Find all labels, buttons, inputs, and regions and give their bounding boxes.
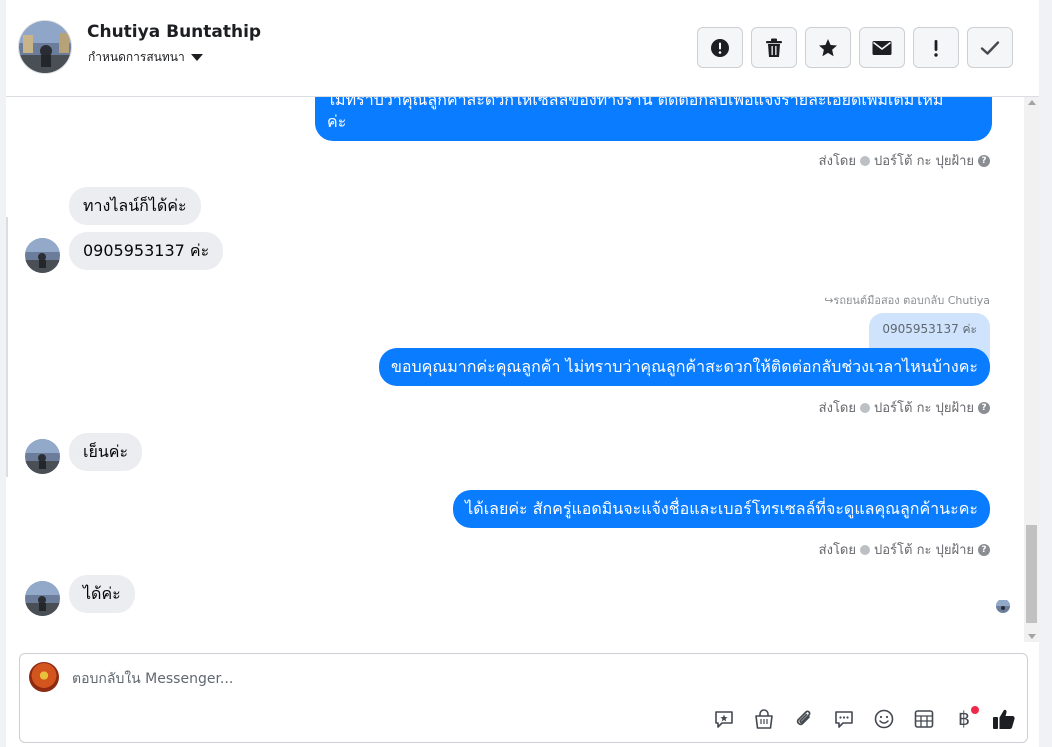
- quoted-text: 0905953137 ค่ะ: [882, 322, 977, 336]
- incoming-message[interactable]: เย็นค่ะ: [69, 433, 143, 471]
- star-button[interactable]: [805, 27, 851, 68]
- panel-right-border: [1039, 0, 1052, 747]
- star-icon: [819, 38, 837, 56]
- table-button[interactable]: [911, 706, 937, 732]
- outgoing-message[interactable]: ไม่ทราบว่าคุณลูกค้าสะดวกให้เซลล์ของทางร้…: [315, 97, 992, 141]
- mark-spam-button[interactable]: [697, 27, 743, 68]
- payment-button[interactable]: ฿: [951, 706, 979, 732]
- sent-by-label: ส่งโดย: [818, 543, 856, 558]
- sent-by-line: ส่งโดย ปอร์โต้ กะ ปุยฝ้าย ?: [819, 397, 990, 418]
- delete-button[interactable]: [751, 27, 797, 68]
- sender-name[interactable]: ปอร์โต้ กะ ปุยฝ้าย: [874, 150, 974, 171]
- message-text: ได้ค่ะ: [83, 584, 121, 603]
- thumbs-up-icon: [993, 709, 1015, 729]
- customer-avatar[interactable]: [25, 439, 60, 474]
- outgoing-message[interactable]: ขอบคุณมากค่ะคุณลูกค้า ไม่ทราบว่าคุณลูกค้…: [378, 348, 990, 386]
- envelope-icon: [872, 40, 892, 55]
- quick-reply-button[interactable]: [831, 706, 857, 732]
- sent-by-label: ส่งโดย: [818, 154, 856, 169]
- message-text: เย็นค่ะ: [83, 442, 129, 461]
- reply-meta: ↪รถยนต์มือสอง ตอบกลับ Chutiya: [824, 291, 990, 309]
- attach-button[interactable]: [791, 706, 817, 732]
- help-icon[interactable]: ?: [978, 543, 990, 556]
- caret-down-icon: [190, 54, 203, 61]
- help-icon[interactable]: ?: [978, 401, 990, 414]
- shopping-bag-icon: [755, 709, 773, 729]
- incoming-message[interactable]: ได้ค่ะ: [69, 575, 135, 613]
- customer-avatar[interactable]: [25, 238, 60, 273]
- incoming-message[interactable]: 0905953137 ค่ะ: [69, 232, 224, 270]
- assign-conversation-dropdown[interactable]: กำหนดการสนทนา: [88, 48, 203, 67]
- assign-label: กำหนดการสนทนา: [88, 50, 185, 64]
- message-text: ขอบคุณมากค่ะคุณลูกค้า ไม่ทราบว่าคุณลูกค้…: [390, 357, 978, 376]
- paperclip-icon: [796, 710, 811, 726]
- message-text-line: ไม่ทราบว่าคุณลูกค้าสะดวกให้เซลล์ของทางร้…: [327, 97, 944, 109]
- reply-composer[interactable]: ตอบกลับใน Messenger... ฿: [19, 653, 1028, 743]
- notification-dot: [971, 706, 979, 714]
- sent-by-label: ส่งโดย: [818, 401, 856, 416]
- sender-name[interactable]: ปอร์โต้ กะ ปุยฝ้าย: [874, 539, 974, 560]
- reply-input[interactable]: ตอบกลับใน Messenger...: [72, 668, 233, 690]
- message-text: ได้เลยค่ะ สักครู่แอดมินจะแจ้งชื่อและเบอร…: [465, 499, 978, 518]
- baht-icon: ฿: [957, 708, 971, 730]
- message-thread: ไม่ทราบว่าคุณลูกค้าสะดวกให้เซลล์ของทางร้…: [6, 97, 1024, 642]
- trash-icon: [766, 38, 782, 57]
- sent-check-icon: [860, 155, 870, 166]
- sender-name[interactable]: ปอร์โต้ กะ ปุยฝ้าย: [874, 397, 974, 418]
- mark-done-button[interactable]: [967, 27, 1013, 68]
- scroll-down-arrow-icon[interactable]: [1028, 634, 1036, 639]
- reply-meta-text: รถยนต์มือสอง ตอบกลับ Chutiya: [833, 294, 990, 307]
- message-text: ทางไลน์ก็ได้ค่ะ: [83, 196, 187, 215]
- alert-circle-icon: [711, 38, 729, 57]
- header-actions: [697, 27, 1013, 68]
- sent-by-line: ส่งโดย ปอร์โต้ กะ ปุยฝ้าย ?: [819, 539, 990, 560]
- chat-bubble-icon: [835, 711, 853, 728]
- shop-button[interactable]: [751, 706, 777, 732]
- incoming-message[interactable]: ทางไลน์ก็ได้ค่ะ: [69, 187, 201, 225]
- message-text: 0905953137 ค่ะ: [83, 241, 210, 260]
- seen-indicator-avatar: [996, 599, 1010, 613]
- thread-left-divider: [6, 217, 8, 477]
- composer-toolbar: ฿: [711, 706, 1017, 732]
- sent-check-icon: [860, 402, 870, 413]
- checkmark-icon: [980, 40, 1000, 55]
- like-button[interactable]: [991, 706, 1017, 732]
- sent-by-line: ส่งโดย ปอร์โต้ กะ ปุยฝ้าย ?: [819, 150, 990, 171]
- saved-reply-button[interactable]: [711, 706, 737, 732]
- follow-up-button[interactable]: [913, 27, 959, 68]
- customer-avatar[interactable]: [25, 581, 60, 616]
- contact-name[interactable]: Chutiya Buntathip: [87, 22, 261, 42]
- conversation-header: Chutiya Buntathip กำหนดการสนทนา: [6, 0, 1039, 97]
- saved-reply-icon: [715, 711, 733, 728]
- page-avatar: [29, 662, 59, 692]
- outgoing-message[interactable]: ได้เลยค่ะ สักครู่แอดมินจะแจ้งชื่อและเบอร…: [453, 490, 990, 528]
- exclamation-icon: [934, 39, 938, 57]
- table-icon: [914, 710, 934, 728]
- mark-unread-button[interactable]: [859, 27, 905, 68]
- contact-avatar[interactable]: [18, 20, 72, 74]
- help-icon[interactable]: ?: [978, 154, 990, 167]
- emoji-button[interactable]: [871, 706, 897, 732]
- emoji-icon: [874, 709, 894, 729]
- message-text-line: ค่ะ: [327, 112, 347, 131]
- scroll-up-arrow-icon[interactable]: [1028, 100, 1036, 105]
- messenger-conversation-panel: Chutiya Buntathip กำหนดการสนทนา ไม่ทราบว…: [0, 0, 1052, 747]
- sent-check-icon: [860, 544, 870, 555]
- message-scrollbar[interactable]: [1024, 97, 1039, 642]
- scroll-thumb[interactable]: [1026, 525, 1037, 623]
